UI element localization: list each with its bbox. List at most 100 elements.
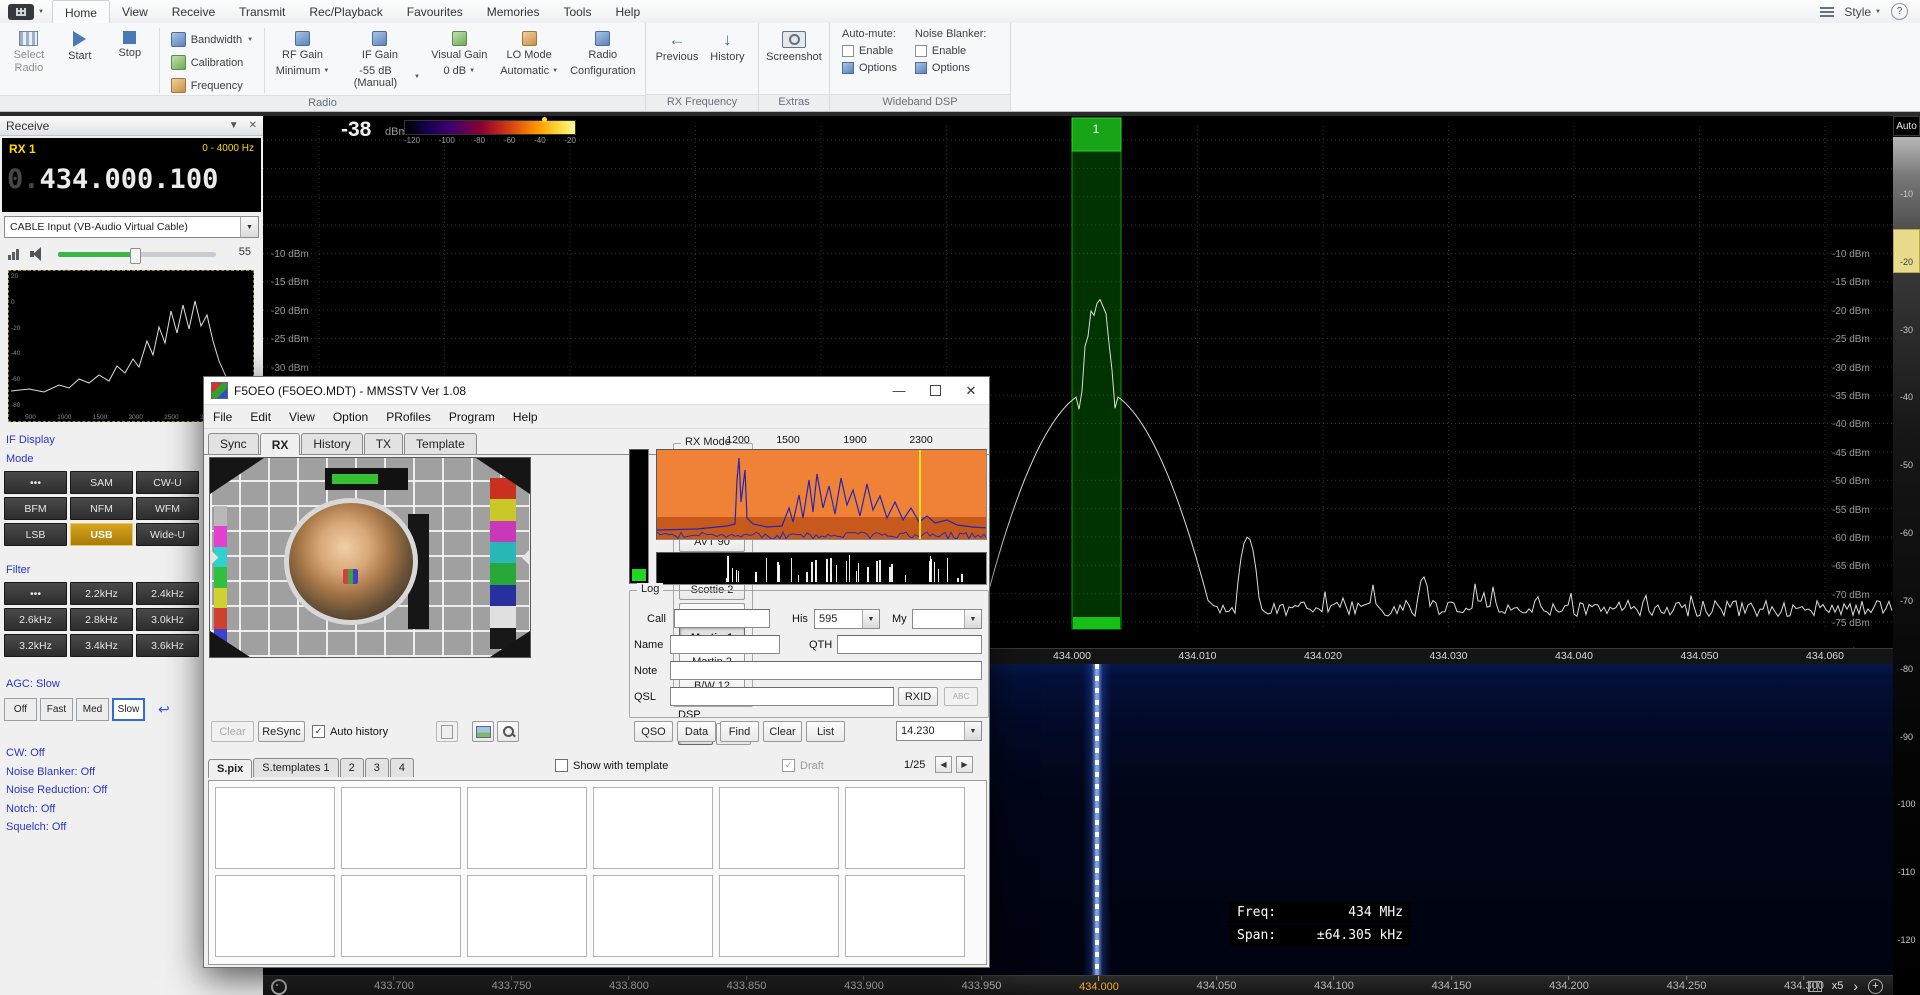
select-radio-button[interactable]: Select Radio [4,26,54,77]
agc-button[interactable]: Med [76,698,109,721]
template-thumbnail[interactable] [467,875,587,957]
menu-item[interactable]: Edit [241,410,280,424]
navigator-frequency-tick[interactable]: 433.700 [374,976,414,992]
log-button[interactable]: Data [677,721,716,742]
stop-button[interactable]: Stop [106,26,154,62]
if-gain-button[interactable]: IF Gain -55 dB (Manual)▼ [337,26,423,91]
template-thumbnail[interactable] [845,875,965,957]
mmsstv-tab[interactable]: History [301,433,362,454]
template-thumbnail[interactable] [467,787,587,869]
navigator-frequency-tick[interactable]: 434.100 [1314,976,1354,992]
style-menu[interactable]: Style▼ [1844,5,1881,19]
ribbon-tab[interactable]: Help [603,0,652,23]
page-next-button[interactable]: ▶ [956,756,973,773]
minimize-button[interactable]: — [881,377,917,404]
frequency-history-button[interactable]: ↓ History [703,26,751,66]
ribbon-tab[interactable]: Rec/Playback [297,0,394,23]
auto-mute-options-button[interactable]: Options [842,62,897,74]
show-with-template-checkbox[interactable]: Show with template [555,759,668,772]
mode-button[interactable]: ••• [4,471,67,494]
auto-history-checkbox[interactable]: ✓ Auto history [312,725,388,738]
menu-item[interactable]: View [280,410,324,424]
band-navigator[interactable]: 433.700433.750433.800433.850433.900433.9… [263,975,1893,995]
agc-button[interactable]: Off [4,698,37,721]
rf-gain-button[interactable]: RF Gain Minimum▼ [270,26,335,79]
mmsstv-tab[interactable]: Sync [208,433,259,454]
filter-button[interactable]: 3.6kHz [136,634,199,657]
menu-item[interactable]: Program [440,410,504,424]
visual-gain-button[interactable]: Visual Gain 0 dB▼ [425,26,494,79]
image-clear-button[interactable]: Clear [211,721,254,742]
ribbon-tab[interactable]: Receive [160,0,227,23]
template-thumbnail[interactable] [215,787,335,869]
dsp-status-line[interactable]: Notch: Off [6,800,107,819]
note-input[interactable] [670,661,982,680]
undo-icon[interactable]: ↩ [158,701,170,718]
chevron-right-icon[interactable]: › [1853,979,1858,993]
calibration-button[interactable]: Calibration [165,53,259,72]
mode-button[interactable]: CW-U [136,471,199,494]
agc-label[interactable]: AGC: Slow [6,678,60,690]
template-thumbnail[interactable] [341,875,461,957]
magnify-button[interactable] [497,721,519,742]
frequency-button[interactable]: Frequency [165,76,259,95]
navigator-frequency-tick[interactable]: 433.850 [727,976,767,992]
navigator-frequency-tick[interactable]: 433.800 [609,976,649,992]
log-button[interactable]: Clear [763,721,802,742]
noise-blanker-enable-checkbox[interactable]: Enable [915,45,987,57]
filter-button[interactable]: 3.2kHz [4,634,67,657]
start-button[interactable]: Start [56,26,104,65]
dsp-status-line[interactable]: Noise Reduction: Off [6,781,107,800]
template-thumbnail[interactable] [215,875,335,957]
resync-button[interactable]: ReSync [258,721,305,742]
close-button[interactable]: ✕ [953,377,989,404]
radio-configuration-button[interactable]: Radio Configuration [565,26,641,80]
noise-blanker-options-button[interactable]: Options [915,62,987,74]
mode-button[interactable]: LSB [4,523,67,546]
volume-slider[interactable] [58,252,216,257]
filter-button[interactable]: ••• [4,582,67,605]
menu-item[interactable]: File [204,410,241,424]
log-frequency-select[interactable]: 14.230 ▼ [896,721,982,741]
help-button[interactable]: ? [1891,3,1908,20]
log-button[interactable]: Find [720,721,759,742]
navigator-frequency-tick[interactable]: 434.200 [1549,976,1589,992]
chevron-down-icon[interactable]: ▼ [38,9,44,15]
speaker-icon[interactable] [30,247,46,261]
template-tab[interactable]: S.pix [208,759,252,778]
page-previous-button[interactable]: ◀ [935,756,952,773]
filter-button[interactable]: 3.0kHz [136,608,199,631]
receive-panel-header[interactable]: Receive ▼✕ [0,116,263,136]
picture-button[interactable] [472,721,494,742]
draft-checkbox[interactable]: ✓ Draft [782,759,824,772]
rxid-aux-button[interactable]: ABC [944,687,978,706]
template-tab[interactable]: S.templates 1 [253,758,338,777]
ribbon-tab[interactable]: Transmit [227,0,297,23]
dsp-status-line[interactable]: CW: Off [6,744,107,763]
filter-button[interactable]: 2.6kHz [4,608,67,631]
if-display-label[interactable]: IF Display [6,434,55,446]
rxid-button[interactable]: RXID [898,687,938,706]
my-select[interactable]: ▼ [912,609,982,629]
navigator-frequency-tick[interactable]: 434.250 [1667,976,1707,992]
mode-button[interactable]: Wide-U [136,523,199,546]
auto-mute-enable-checkbox[interactable]: Enable [842,45,897,57]
chevron-down-icon[interactable]: ▼ [229,120,239,131]
ribbon-tab[interactable]: Tools [551,0,603,23]
filter-button[interactable]: 2.2kHz [70,582,133,605]
palette-colorbar[interactable]: -120-100-80-60-40-20 [404,120,576,145]
template-thumbnail[interactable] [719,787,839,869]
mmsstv-window[interactable]: F5OEO (F5OEO.MDT) - MMSSTV Ver 1.08 — ✕ … [203,376,990,968]
mode-section-label[interactable]: Mode [6,453,34,465]
filter-button[interactable]: 2.8kHz [70,608,133,631]
navigator-frequency-tick[interactable]: 434.000 [1079,976,1119,993]
navigator-frequency-tick[interactable]: 434.050 [1197,976,1237,992]
template-thumbnail[interactable] [719,875,839,957]
app-menu-icon[interactable] [8,4,34,20]
expand-icon[interactable] [1808,981,1822,992]
template-thumbnail[interactable] [341,787,461,869]
mmsstv-tab[interactable]: RX [260,433,301,455]
agc-button[interactable]: Fast [40,698,73,721]
navigator-frequency-tick[interactable]: 433.950 [962,976,1002,992]
ribbon-tab[interactable]: Favourites [395,0,475,23]
